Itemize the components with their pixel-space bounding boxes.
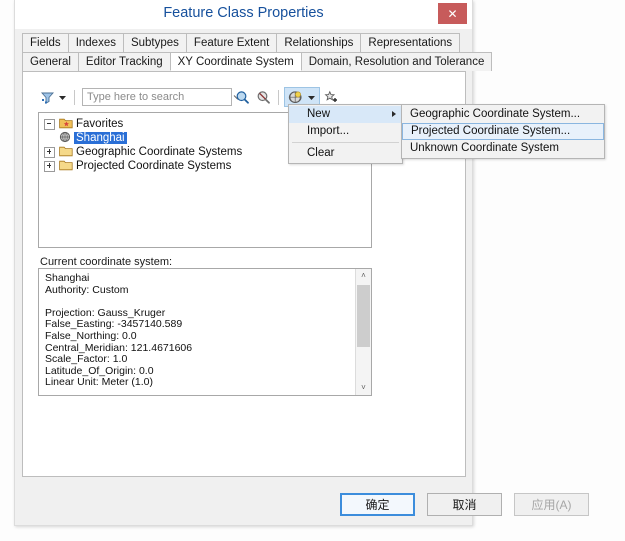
expander-plus-icon[interactable] (44, 160, 55, 172)
tab-editor-tracking[interactable]: Editor Tracking (77, 52, 171, 71)
coordinate-system-context-menu: New Import... Clear (288, 104, 403, 164)
search-input[interactable] (83, 91, 233, 103)
magnifier-icon[interactable] (232, 87, 253, 107)
tab-general[interactable]: General (22, 52, 79, 71)
apply-button: 应用(A) (514, 493, 589, 516)
menu-item-label: Import... (307, 125, 350, 137)
menu-item-label: Clear (307, 147, 335, 159)
details-scrollbar[interactable]: ˄ ˅ (355, 269, 371, 395)
cancel-button[interactable]: 取消 (427, 493, 502, 516)
filter-icon[interactable] (38, 87, 56, 107)
tab-domain-resolution-tolerance[interactable]: Domain, Resolution and Tolerance (300, 52, 493, 71)
tab-representations[interactable]: Representations (360, 33, 461, 52)
tab-relationships[interactable]: Relationships (276, 33, 362, 52)
menu-item-clear[interactable]: Clear (289, 145, 402, 162)
screen: Feature Class Properties ✕ Fields Indexe… (0, 0, 625, 541)
tab-indexes[interactable]: Indexes (67, 33, 124, 52)
tree-item-label: Geographic Coordinate Systems (76, 146, 243, 158)
scroll-down-icon[interactable]: ˅ (356, 381, 371, 395)
window-title: Feature Class Properties (163, 5, 324, 21)
ok-button[interactable]: 确定 (340, 493, 415, 516)
tab-row-2: General Editor Tracking XY Coordinate Sy… (22, 52, 493, 71)
menu-item-label: New (307, 108, 331, 120)
title-bar: Feature Class Properties ✕ (15, 0, 472, 29)
close-icon[interactable]: ✕ (438, 3, 467, 24)
folder-icon (59, 159, 73, 174)
coordinate-system-details-text: Shanghai Authority: Custom Projection: G… (45, 272, 193, 389)
expander-plus-icon[interactable] (44, 146, 55, 158)
tree-item-label: Favorites (76, 118, 124, 130)
cancel-search-icon[interactable] (253, 87, 273, 107)
tree-item-label: Projected Coordinate Systems (76, 160, 232, 172)
globe-small-icon (59, 131, 71, 146)
filter-dropdown-icon[interactable] (56, 87, 69, 107)
menu-item-import[interactable]: Import... (289, 123, 402, 140)
menu-item-new[interactable]: New (289, 106, 402, 123)
expander-minus-icon[interactable] (44, 118, 55, 130)
tab-xy-coordinate-system[interactable]: XY Coordinate System (169, 52, 302, 71)
tab-strip: Fields Indexes Subtypes Feature Extent R… (22, 33, 493, 71)
search-input-container[interactable] (82, 88, 242, 106)
dialog-button-row: 确定 取消 应用(A) (0, 493, 625, 516)
menu-separator (292, 142, 399, 143)
toolbar-separator-2 (278, 89, 279, 105)
tab-fields[interactable]: Fields (22, 33, 69, 52)
favorites-folder-icon (59, 117, 73, 132)
scroll-up-icon[interactable]: ˄ (356, 269, 371, 283)
folder-icon (59, 145, 73, 160)
tab-feature-extent[interactable]: Feature Extent (185, 33, 278, 52)
tree-item-label: Shanghai (74, 132, 127, 144)
current-coordinate-system-label: Current coordinate system: (40, 256, 173, 268)
tab-row-1: Fields Indexes Subtypes Feature Extent R… (22, 33, 466, 52)
current-coordinate-system-panel: Shanghai Authority: Custom Projection: G… (38, 268, 372, 396)
scrollbar-thumb[interactable] (357, 285, 370, 347)
toolbar-separator-1 (74, 89, 75, 105)
submenu-item-unknown-coordinate-system[interactable]: Unknown Coordinate System (402, 140, 604, 157)
tab-subtypes[interactable]: Subtypes (122, 33, 187, 52)
submenu-arrow-icon (392, 111, 396, 117)
submenu-item-geographic-coordinate-system[interactable]: Geographic Coordinate System... (402, 106, 604, 123)
submenu-item-projected-coordinate-system[interactable]: Projected Coordinate System... (402, 123, 604, 140)
new-coordinate-system-submenu: Geographic Coordinate System... Projecte… (401, 104, 605, 159)
